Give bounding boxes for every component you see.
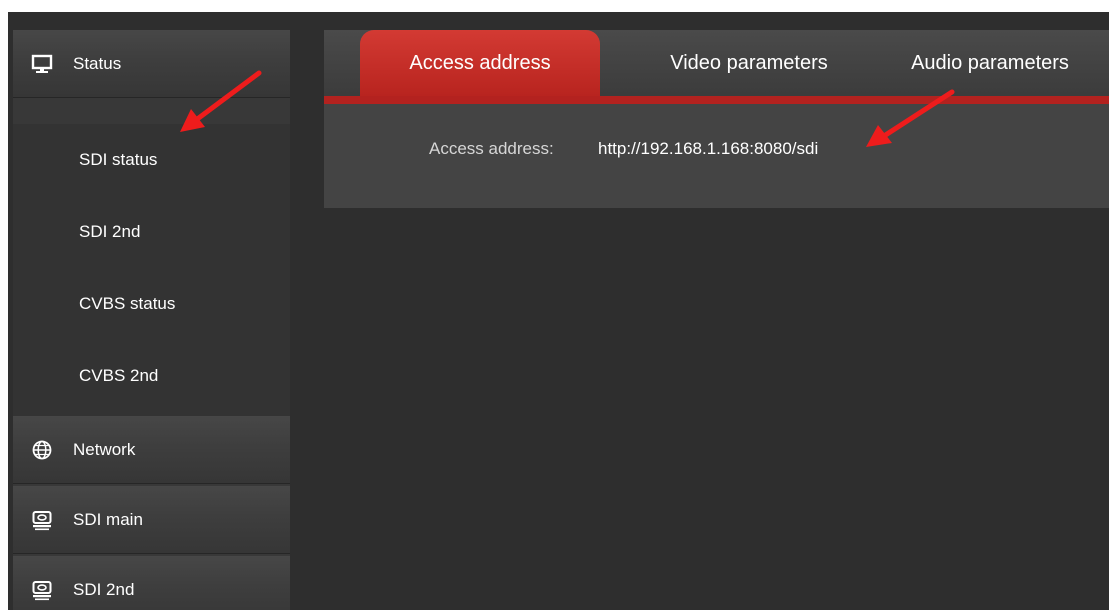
sidebar-item-sdi-status[interactable]: SDI status [13,124,290,196]
app-window: Status SDI status SDI 2nd CVBS status CV… [8,12,1109,610]
sidebar-item-cvbs-status[interactable]: CVBS status [13,268,290,340]
sidebar-item-sdi-2nd-status[interactable]: SDI 2nd [13,196,290,268]
sidebar-item-cvbs-2nd[interactable]: CVBS 2nd [13,340,290,412]
tab-label: Video parameters [670,51,828,74]
access-address-value[interactable]: http://192.168.1.168:8080/sdi [598,139,818,159]
sidebar-group-label: SDI main [73,509,143,529]
video-device-icon [31,509,53,531]
video-device-icon [31,579,53,601]
sidebar-group-sdi-2nd[interactable]: SDI 2nd [13,556,290,610]
sidebar-group-sdi-main[interactable]: SDI main [13,486,290,554]
tab-audio-parameters[interactable]: Audio parameters [880,30,1100,96]
sidebar-group-status[interactable]: Status [13,30,290,98]
sidebar-group-network[interactable]: Network [13,416,290,484]
sidebar-group-label: SDI 2nd [73,579,135,599]
sidebar-group-label: Network [73,439,136,459]
tab-label: Access address [409,51,551,74]
sidebar: Status SDI status SDI 2nd CVBS status CV… [13,30,290,610]
globe-icon [31,439,53,461]
tab-video-parameters[interactable]: Video parameters [624,30,874,96]
main-content: Access address Video parameters Audio pa… [324,30,1109,610]
tab-underline [324,96,1109,104]
sidebar-item-label: CVBS status [79,294,176,313]
tab-label: Audio parameters [911,51,1069,74]
sidebar-item-label: SDI 2nd [79,222,141,241]
sidebar-group-label: Status [73,53,122,73]
status-submenu: SDI status SDI 2nd CVBS status CVBS 2nd [13,124,290,416]
access-address-label: Access address: [429,139,554,158]
access-address-panel: Access address: http://192.168.1.168:808… [324,104,1109,208]
sidebar-item-label: SDI status [79,150,158,169]
sidebar-item-label: CVBS 2nd [79,366,159,385]
tab-access-address[interactable]: Access address [360,30,600,96]
monitor-icon [31,53,53,75]
tab-bar: Access address Video parameters Audio pa… [324,30,1109,104]
